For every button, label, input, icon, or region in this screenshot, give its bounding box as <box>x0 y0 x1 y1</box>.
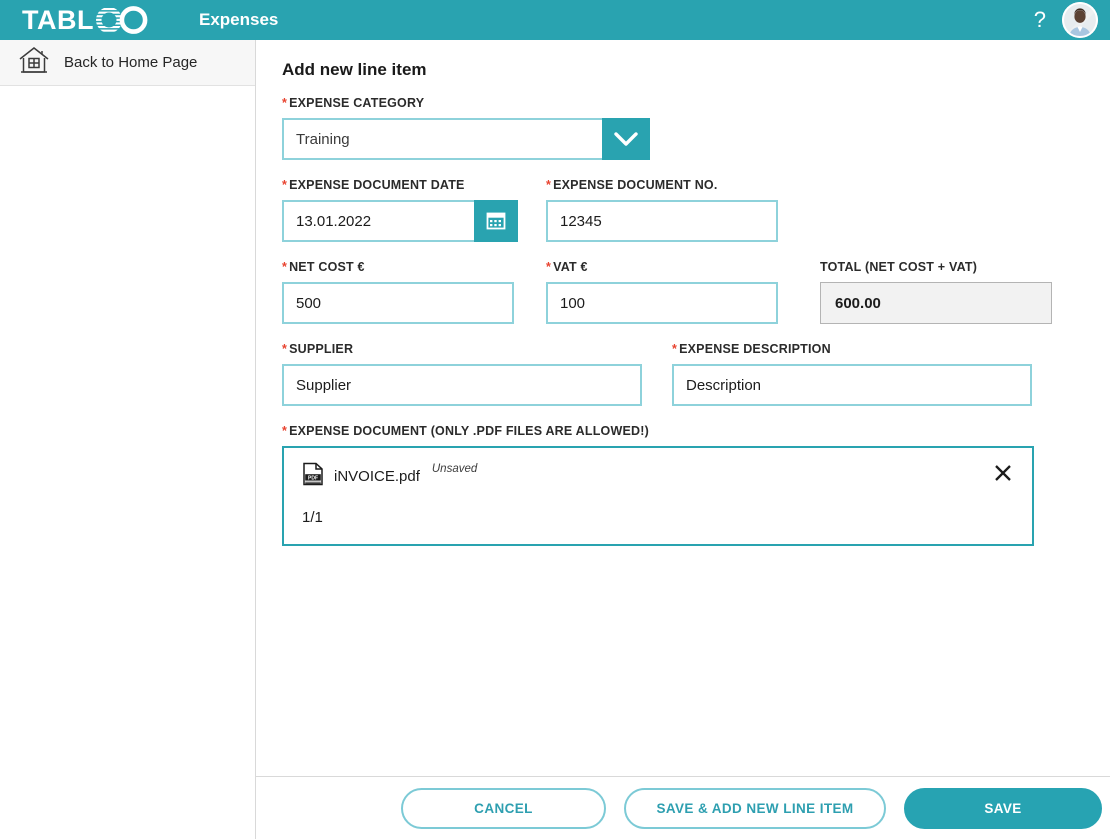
uploaded-file-state: Unsaved <box>431 463 478 475</box>
expense-document-no-label: * EXPENSE DOCUMENT NO. <box>546 178 778 192</box>
required-marker: * <box>672 342 678 356</box>
label-text: EXPENSE DOCUMENT DATE <box>289 178 465 192</box>
app-title: Expenses <box>198 10 279 29</box>
page-title: Add new line item <box>282 60 427 79</box>
label-text: NET COST € <box>289 260 365 274</box>
uploaded-file-row: PDF iNVOICE.pdf Unsaved <box>302 462 1016 491</box>
expense-document-dropzone[interactable]: PDF iNVOICE.pdf Unsaved 1/1 <box>282 446 1034 546</box>
label-text: EXPENSE DOCUMENT (ONLY .PDF FILES ARE AL… <box>289 424 649 438</box>
pdf-file-icon: PDF <box>302 462 324 491</box>
supplier-label: * SUPPLIER <box>282 342 672 356</box>
chevron-down-icon[interactable] <box>602 118 650 160</box>
tabloo-oo-mark-icon <box>95 6 149 34</box>
required-marker: * <box>282 424 288 438</box>
vat-input[interactable] <box>546 282 778 324</box>
close-icon[interactable] <box>990 460 1016 486</box>
expense-document-label: * EXPENSE DOCUMENT (ONLY .PDF FILES ARE A… <box>282 424 1034 438</box>
label-text: SUPPLIER <box>289 342 354 356</box>
expense-category-label: * EXPENSE CATEGORY <box>282 96 650 110</box>
field-expense-description: * EXPENSE DESCRIPTION <box>672 342 1032 406</box>
header-actions: ? <box>1034 0 1098 40</box>
expense-document-date-value[interactable]: 13.01.2022 <box>282 200 474 242</box>
help-icon[interactable]: ? <box>1034 9 1046 31</box>
svg-text:PDF: PDF <box>308 475 318 481</box>
field-expense-document-no: * EXPENSE DOCUMENT NO. <box>546 178 778 242</box>
supplier-input[interactable] <box>282 364 642 406</box>
field-expense-category: * EXPENSE CATEGORY Training <box>282 96 650 160</box>
cancel-button[interactable]: CANCEL <box>401 787 606 829</box>
field-total: TOTAL (NET COST + VAT) 600.00 <box>820 260 1052 324</box>
field-net-cost: * NET COST € <box>282 260 546 324</box>
expense-description-label: * EXPENSE DESCRIPTION <box>672 342 1032 356</box>
app-header: TABL Expenses ? <box>0 0 1110 40</box>
expense-document-no-input[interactable] <box>546 200 778 242</box>
calendar-icon[interactable] <box>474 200 518 242</box>
form-footer: CANCEL SAVE & ADD NEW LINE ITEM SAVE <box>256 776 1110 839</box>
row-document: * EXPENSE DOCUMENT DATE 13.01.2022 * EXP… <box>282 178 1084 242</box>
expense-category-select[interactable]: Training <box>282 118 650 160</box>
expense-document-date-input[interactable]: 13.01.2022 <box>282 200 518 242</box>
field-supplier: * SUPPLIER <box>282 342 672 406</box>
label-text: EXPENSE CATEGORY <box>289 96 425 110</box>
field-expense-document-date: * EXPENSE DOCUMENT DATE 13.01.2022 <box>282 178 546 242</box>
row-expense-category: * EXPENSE CATEGORY Training <box>282 96 1084 160</box>
sidebar-item-back-to-home[interactable]: Back to Home Page <box>0 40 255 86</box>
line-item-form: Add new line item * EXPENSE CATEGORY Trai… <box>256 40 1110 776</box>
sidebar-item-label: Back to Home Page <box>64 54 198 71</box>
logo-wordmark: TABL <box>22 4 94 35</box>
expense-category-value[interactable]: Training <box>282 118 602 160</box>
total-label: TOTAL (NET COST + VAT) <box>820 260 978 274</box>
required-marker: * <box>546 178 552 192</box>
sidebar: Back to Home Page <box>0 40 256 839</box>
app-body: Back to Home Page Add new line item * EXP… <box>0 40 1110 839</box>
field-vat: * VAT € <box>546 260 820 324</box>
row-amounts: *NET COST € *VAT € TOTAL (NET COST + VAT… <box>282 260 1084 324</box>
main-panel: Add new line item * EXPENSE CATEGORY Trai… <box>256 40 1110 839</box>
avatar[interactable] <box>1062 2 1098 38</box>
label-text: VAT € <box>553 260 588 274</box>
label-text: EXPENSE DESCRIPTION <box>679 342 831 356</box>
expense-description-input[interactable] <box>672 364 1032 406</box>
row-supplier-description: *SUPPLIER *EXPENSE DESCRIPTION <box>282 342 1084 406</box>
vat-label: * VAT € <box>546 260 820 274</box>
save-and-add-new-line-item-button[interactable]: SAVE & ADD NEW LINE ITEM <box>624 787 886 829</box>
app-logo[interactable]: TABL <box>22 0 149 40</box>
required-marker: * <box>546 260 552 274</box>
required-marker: * <box>282 260 288 274</box>
home-icon <box>18 45 50 80</box>
label-text: EXPENSE DOCUMENT NO. <box>553 178 718 192</box>
expense-document-date-label: * EXPENSE DOCUMENT DATE <box>282 178 546 192</box>
row-expense-document: * EXPENSE DOCUMENT (ONLY .PDF FILES ARE A… <box>282 424 1084 546</box>
uploaded-file-name: iNVOICE.pdf <box>334 468 420 485</box>
uploaded-file-page-count: 1/1 <box>302 509 323 526</box>
required-marker: * <box>282 342 288 356</box>
net-cost-label: * NET COST € <box>282 260 546 274</box>
required-marker: * <box>282 178 288 192</box>
save-button[interactable]: SAVE <box>904 787 1102 829</box>
required-marker: * <box>282 96 288 110</box>
net-cost-input[interactable] <box>282 282 514 324</box>
field-expense-document: * EXPENSE DOCUMENT (ONLY .PDF FILES ARE A… <box>282 424 1034 546</box>
total-value: 600.00 <box>820 282 1052 324</box>
